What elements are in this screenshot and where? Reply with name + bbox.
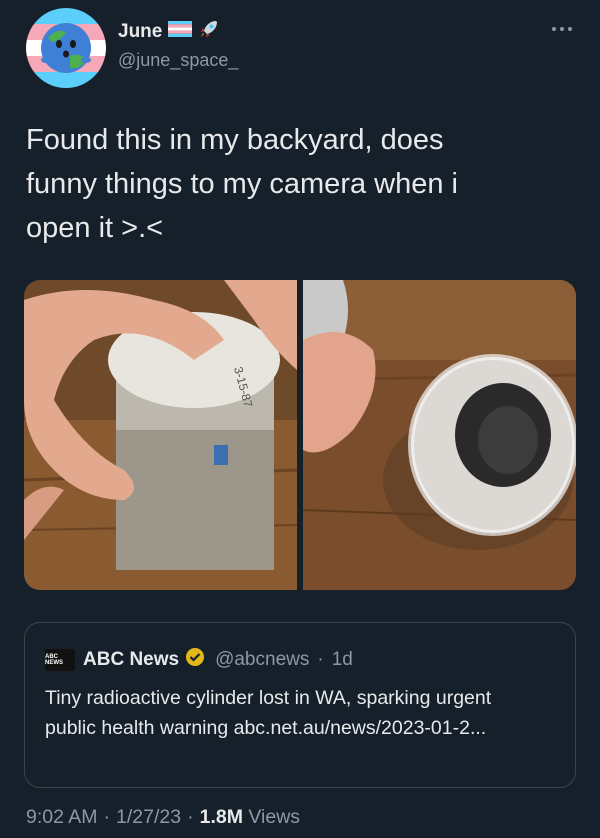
cylinder-open-photo-icon — [302, 280, 576, 590]
author-handle[interactable]: @june_space_ — [118, 50, 238, 71]
meta-separator: · — [103, 806, 111, 828]
more-dot-icon — [552, 27, 556, 31]
more-dot-icon — [568, 27, 572, 31]
more-options-button[interactable] — [552, 22, 578, 36]
photo-closed-cylinder[interactable]: 3-15-87 — [24, 280, 298, 590]
quoted-author-handle: @abcnews — [215, 648, 310, 670]
tweet-date[interactable]: 1/27/23 — [116, 806, 181, 829]
more-dot-icon — [560, 27, 564, 31]
quoted-author-name: ABC News — [83, 648, 180, 670]
tweet-media: 3-15-87 — [24, 280, 576, 590]
quoted-tweet-header: ABC NEWS ABC News @abcnews · 1d — [45, 647, 353, 672]
abc-news-logo-text: ABC NEWS — [45, 653, 63, 666]
cylinder-closed-photo-icon: 3-15-87 — [24, 280, 298, 590]
author-name-row[interactable]: June — [118, 18, 220, 45]
tweet-text: Found this in my backyard, does funny th… — [26, 124, 458, 244]
author-display-name[interactable]: June — [118, 21, 162, 43]
photo-open-cylinder[interactable] — [302, 280, 576, 590]
views-count: 1.8M — [199, 806, 243, 828]
quoted-time: 1d — [331, 648, 353, 670]
tweet-meta: 9:02 AM · 1/27/23 · 1.8M Views — [26, 806, 300, 829]
tweet-time[interactable]: 9:02 AM — [26, 806, 98, 829]
tweet: June @june_space_ Found this in my backy… — [0, 0, 600, 838]
quoted-tweet-text: Tiny radioactive cylinder lost in WA, sp… — [45, 687, 492, 739]
quoted-tweet[interactable]: ABC NEWS ABC News @abcnews · 1d Tiny rad… — [24, 622, 576, 788]
meta-separator: · — [187, 806, 194, 828]
avatar[interactable] — [26, 8, 106, 88]
views-label: Views — [248, 806, 301, 828]
rocket-icon — [198, 18, 220, 45]
quoted-separator: · — [317, 648, 324, 670]
verified-gold-badge-icon — [185, 647, 205, 672]
transgender-flag-icon — [168, 21, 193, 42]
abc-news-logo: ABC NEWS — [45, 648, 75, 671]
earth-character-avatar-icon — [26, 8, 106, 88]
